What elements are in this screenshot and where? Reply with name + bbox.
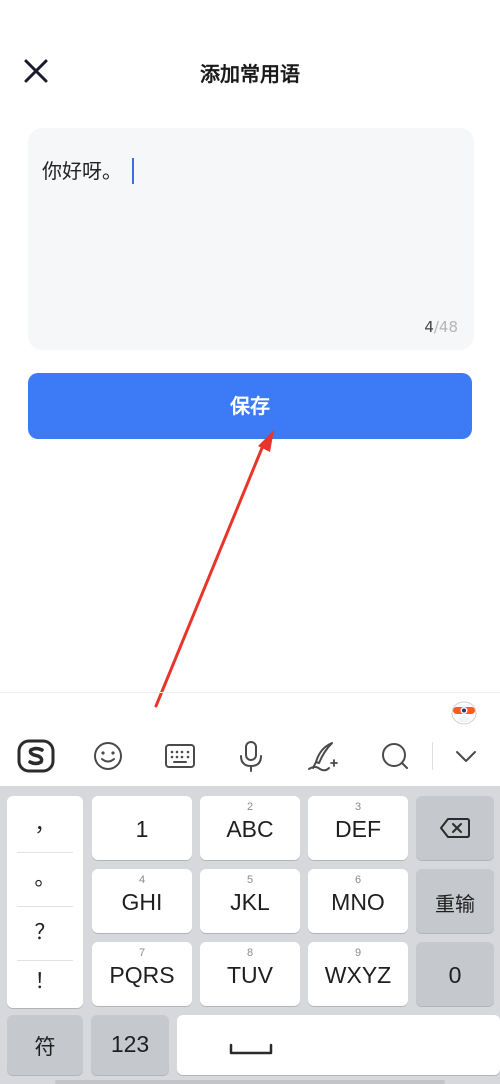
text-cursor — [132, 158, 134, 184]
key-4-ghi[interactable]: 4 GHI — [92, 869, 192, 933]
ime-mascot-icon[interactable] — [449, 698, 479, 726]
punct-key[interactable]: ？ — [15, 907, 75, 957]
key-7-label: PQRS — [109, 962, 175, 988]
key-4-label: GHI — [121, 889, 163, 915]
top-bar: 添加常用语 — [0, 0, 500, 130]
handwriting-icon[interactable] — [303, 736, 343, 776]
key-6-hint: 6 — [354, 874, 362, 886]
key-6-mno[interactable]: 6 MNO — [308, 869, 408, 933]
keyboard-icon[interactable] — [160, 736, 200, 776]
phrase-text-value: 你好呀。 — [42, 159, 122, 183]
key-3-def[interactable]: 3 DEF — [308, 796, 408, 860]
char-counter: 4/48 — [424, 318, 458, 336]
key-1-label: 1 — [135, 816, 149, 842]
emoji-icon[interactable] — [88, 736, 128, 776]
punct-key[interactable]: ， — [15, 799, 75, 849]
punct-key[interactable]: ！ — [15, 956, 75, 1006]
key-5-label: JKL — [230, 889, 270, 915]
page-title: 添加常用语 — [200, 62, 300, 86]
search-icon[interactable] — [375, 736, 415, 776]
phrase-textarea[interactable]: 你好呀。 4/48 — [28, 128, 474, 350]
char-count-current: 4 — [424, 318, 434, 336]
key-4-hint: 4 — [138, 874, 146, 886]
key-2-hint: 2 — [246, 801, 254, 813]
key-3-hint: 3 — [354, 801, 362, 813]
key-0-label: 0 — [448, 962, 462, 988]
t9-keyboard: ， 。 ？ ！ 1 2 ABC 3 DEF 4 GHI 5 JKL 6 MNO — [0, 786, 500, 1084]
punctuation-column[interactable]: ， 。 ？ ！ — [7, 796, 83, 1008]
key-3-label: DEF — [335, 816, 381, 842]
home-indicator — [55, 1080, 445, 1084]
ime-divider — [0, 692, 500, 693]
key-2-label: ABC — [226, 816, 274, 842]
ime-toolbar — [0, 728, 500, 786]
symbol-key[interactable]: 符 — [7, 1015, 83, 1075]
char-count-max: /48 — [433, 318, 458, 336]
backspace-key[interactable] — [416, 796, 494, 860]
key-5-jkl[interactable]: 5 JKL — [200, 869, 300, 933]
microphone-icon[interactable] — [231, 736, 271, 776]
punct-key[interactable]: 。 — [15, 853, 75, 903]
sogou-logo-icon[interactable] — [16, 736, 56, 776]
reenter-key-label: 重输 — [435, 892, 475, 916]
reenter-key[interactable]: 重输 — [416, 869, 494, 933]
key-8-tuv[interactable]: 8 TUV — [200, 942, 300, 1006]
number-mode-key[interactable]: 123 — [91, 1015, 169, 1075]
key-7-pqrs[interactable]: 7 PQRS — [92, 942, 192, 1006]
toolbar-separator — [432, 742, 433, 770]
space-key[interactable] — [177, 1015, 500, 1075]
key-9-hint: 9 — [354, 947, 362, 959]
space-icon — [229, 1043, 273, 1055]
chevron-down-icon[interactable] — [446, 736, 486, 776]
key-2-abc[interactable]: 2 ABC — [200, 796, 300, 860]
key-1[interactable]: 1 — [92, 796, 192, 860]
key-8-hint: 8 — [246, 947, 254, 959]
symbol-key-label: 符 — [34, 1035, 56, 1059]
save-button[interactable]: 保存 — [28, 373, 472, 439]
key-8-label: TUV — [227, 962, 273, 988]
key-9-wxyz[interactable]: 9 WXYZ — [308, 942, 408, 1006]
key-0[interactable]: 0 — [416, 942, 494, 1006]
number-mode-key-label: 123 — [110, 1031, 150, 1057]
key-9-label: WXYZ — [324, 962, 392, 988]
phrase-text: 你好呀。 — [42, 155, 134, 184]
key-5-hint: 5 — [246, 874, 254, 886]
backspace-icon — [440, 818, 470, 838]
key-7-hint: 7 — [138, 947, 146, 959]
key-6-label: MNO — [331, 889, 385, 915]
